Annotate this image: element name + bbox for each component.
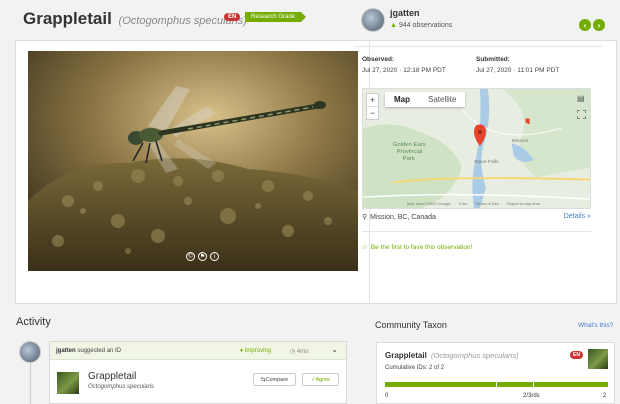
suggester-name[interactable]: jgatten: [56, 348, 76, 354]
identification-age-text: 4mo: [296, 349, 309, 355]
map-label-park: Park: [403, 156, 415, 162]
taxon-common-name[interactable]: Grappletail: [23, 9, 112, 28]
license-icon[interactable]: ©: [186, 252, 195, 261]
fave-row[interactable]: ☆ Be the first to fave this observation!: [362, 243, 472, 251]
map-data-attribution: Map data ©2020 Google: [407, 201, 451, 206]
submitted-label: Submitted:: [476, 56, 510, 63]
location-details-link[interactable]: Details »: [564, 213, 591, 220]
compare-button[interactable]: ⇆ Compare: [253, 373, 296, 386]
map-zoom-controls: + −: [366, 93, 379, 120]
identification-taxon-thumbnail[interactable]: [57, 372, 79, 394]
observation-count-text: 944 observations: [398, 22, 453, 29]
submitted-date-block: Submitted: Jul 27, 2020 · 11:01 PM PDT: [476, 56, 559, 74]
zoom-out-button[interactable]: −: [367, 106, 378, 119]
location-text: Mission, BC, Canada: [370, 214, 436, 221]
identification-taxon-name[interactable]: Grappletail: [88, 371, 136, 382]
photo-controls: © ⚑ i: [186, 252, 219, 261]
suggested-text: suggested an ID: [77, 348, 122, 354]
location-divider: [362, 231, 591, 232]
map-label-mission: Mission: [512, 138, 529, 144]
layers-icon[interactable]: ▤: [577, 94, 586, 103]
agree-label: Agree: [315, 376, 331, 383]
zoom-in-button[interactable]: +: [367, 94, 378, 106]
community-endangered-badge: EN: [570, 351, 583, 359]
community-taxon-name[interactable]: Grappletail (Octogomphus specularis): [385, 351, 519, 360]
agreement-scale-min: 0: [385, 393, 389, 399]
previous-observation-button[interactable]: ‹: [579, 19, 591, 31]
observer-divider: [354, 46, 602, 47]
info-icon[interactable]: i: [210, 252, 219, 261]
submitted-date: Jul 27, 2020 · 11:01 PM PDT: [476, 67, 560, 74]
whats-this-link[interactable]: What's this?: [578, 322, 613, 329]
chevron-down-icon[interactable]: ⌄: [331, 345, 338, 354]
map-terms-link[interactable]: Terms of Use: [475, 201, 499, 206]
map-report-link[interactable]: Report a map error: [507, 201, 541, 206]
fave-text: Be the first to fave this observation!: [370, 244, 473, 251]
cumulative-ids: Cumulative IDs: 2 of 2: [385, 365, 445, 371]
binoculars-icon: ▲: [390, 22, 397, 29]
map-scale: 5 km: [458, 201, 468, 206]
observation-photo[interactable]: © ⚑ i: [28, 51, 358, 271]
identification-card: jgatten suggested an ID ♦ Improving ◷ 4m…: [49, 341, 347, 404]
identification-age: ◷ 4mo: [290, 348, 309, 355]
next-observation-button[interactable]: ›: [593, 19, 605, 31]
activity-timeline: [30, 360, 31, 404]
identification-taxon-scientific: Octogomphus specularis: [88, 384, 155, 390]
community-taxon-common: Grappletail: [385, 351, 427, 360]
endangered-status-badge: EN: [224, 13, 241, 21]
compare-label: Compare: [265, 376, 289, 383]
page-title: Grappletail (Octogomphus specularis): [23, 9, 247, 29]
map-label-stave-falls: Stave Falls: [474, 159, 499, 165]
location-pin-icon: ⚲: [362, 214, 368, 221]
map-label-provincial: Provincial: [397, 149, 423, 155]
observed-label: Observed:: [362, 56, 395, 63]
community-taxon-scientific: (Octogomphus specularis): [431, 351, 519, 360]
agreement-scale-mid: 2/3rds: [523, 393, 540, 399]
identification-author: jgatten suggested an ID: [56, 348, 121, 354]
map-footer: Map data ©2020 Google 5 km Terms of Use …: [407, 201, 541, 206]
star-icon: ☆: [362, 244, 368, 251]
observation-page: Grappletail (Octogomphus specularis) EN …: [0, 0, 620, 404]
observer-avatar[interactable]: [361, 8, 385, 32]
observer-name[interactable]: jgatten: [390, 8, 420, 18]
agree-button[interactable]: ✓ Agree: [302, 373, 339, 386]
map-label-golden-ears: Golden Ears: [393, 142, 426, 148]
improving-text: Improving: [244, 348, 272, 354]
community-taxon-card: Grappletail (Octogomphus specularis) EN …: [376, 342, 615, 404]
identification-header: jgatten suggested an ID ♦ Improving ◷ 4m…: [50, 342, 346, 360]
activity-user-avatar[interactable]: [19, 341, 41, 363]
community-taxon-heading: Community Taxon: [375, 320, 447, 330]
flag-icon[interactable]: ⚑: [198, 252, 207, 261]
agreement-scale-max: 2: [603, 393, 607, 399]
observer-row: jgatten ▲ 944 observations ‹ ›: [361, 6, 605, 40]
observed-date: Jul 27, 2020 · 12:18 PM PDT: [362, 67, 446, 74]
improving-label: ♦ Improving: [240, 348, 271, 354]
community-taxon-thumbnail[interactable]: [588, 349, 608, 369]
agreement-bar-tick-mid: [496, 380, 497, 389]
time-icon: ◷: [290, 349, 297, 355]
dragonfly-photo-image: [28, 51, 358, 271]
quality-grade-badge: Research Grade: [245, 12, 307, 22]
location-row: ⚲ Mission, BC, Canada Details »: [362, 213, 591, 227]
tab-satellite[interactable]: Satellite: [419, 92, 465, 107]
tab-map[interactable]: Map: [385, 92, 419, 107]
fullscreen-icon[interactable]: [577, 110, 586, 119]
observer-observation-count[interactable]: ▲ 944 observations: [390, 22, 452, 29]
activity-heading: Activity: [16, 316, 51, 328]
observed-date-block: Observed: Jul 27, 2020 · 12:18 PM PDT: [362, 56, 446, 74]
agreement-bar: [385, 380, 608, 389]
observation-map[interactable]: Golden Ears Provincial Park Stave Falls …: [362, 88, 591, 209]
map-type-tabs: Map Satellite: [385, 92, 466, 107]
agreement-bar-tick-two-thirds: [533, 380, 534, 389]
